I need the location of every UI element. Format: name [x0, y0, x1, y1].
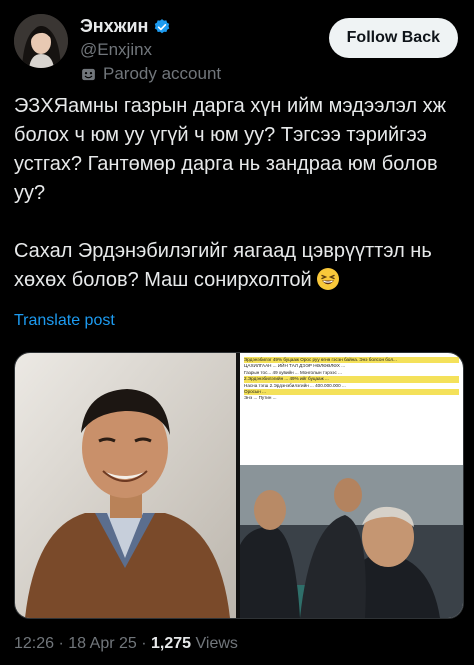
grinning-squinting-face-icon: [317, 268, 340, 290]
news-photo: [240, 465, 463, 618]
separator-dot: ·: [141, 635, 147, 652]
tweet-date[interactable]: 18 Apr 25: [68, 635, 137, 652]
views-count: 1,275: [151, 635, 192, 652]
author-handle[interactable]: @Enxjinx: [80, 40, 221, 60]
tweet-meta: 12:26 · 18 Apr 25 · 1,275 Views: [14, 635, 238, 653]
media-screenshot-news[interactable]: Эрдэнэбилэг 49% буцааж Орос руу өгнө гэс…: [240, 353, 463, 618]
portrait-photo: [15, 353, 236, 618]
document-text-block: Эрдэнэбилэг 49% буцааж Орос руу өгнө гэс…: [244, 357, 459, 465]
avatar[interactable]: [14, 14, 68, 68]
follow-back-button[interactable]: Follow Back: [328, 18, 458, 58]
media-grid: Эрдэнэбилэг 49% буцааж Орос руу өгнө гэс…: [14, 352, 464, 619]
media-photo-portrait[interactable]: [15, 353, 236, 618]
avatar-image: [14, 14, 68, 68]
parody-label: Parody account: [80, 64, 221, 84]
theater-mask-icon: [82, 68, 95, 80]
views-label: Views: [195, 635, 238, 652]
tweet-text: ЭЗХЯамны газрын дарга хүн ийм мэдээлэл х…: [14, 92, 464, 295]
document-line: Энэ ... Путин ...: [244, 395, 277, 401]
translate-post-link[interactable]: Translate post: [14, 312, 115, 330]
separator-dot: ·: [58, 635, 64, 652]
display-name-text: Энхжин: [80, 16, 149, 36]
display-name[interactable]: Энхжин: [80, 16, 171, 37]
parody-label-text: Parody account: [103, 64, 222, 83]
verified-badge-icon: [155, 18, 170, 33]
tweet-paragraph-2: Сахал Эрдэнэбилэгийг яагаад цэврүүттэл н…: [14, 240, 438, 291]
tweet-paragraph-1: ЭЗХЯамны газрын дарга хүн ийм мэдээлэл х…: [14, 95, 452, 204]
tweet-time[interactable]: 12:26: [14, 635, 54, 652]
author-block: Энхжин @Enxjinx Parody account: [80, 16, 221, 84]
tweet-header: Энхжин @Enxjinx Parody account Follow Ba…: [14, 12, 460, 84]
